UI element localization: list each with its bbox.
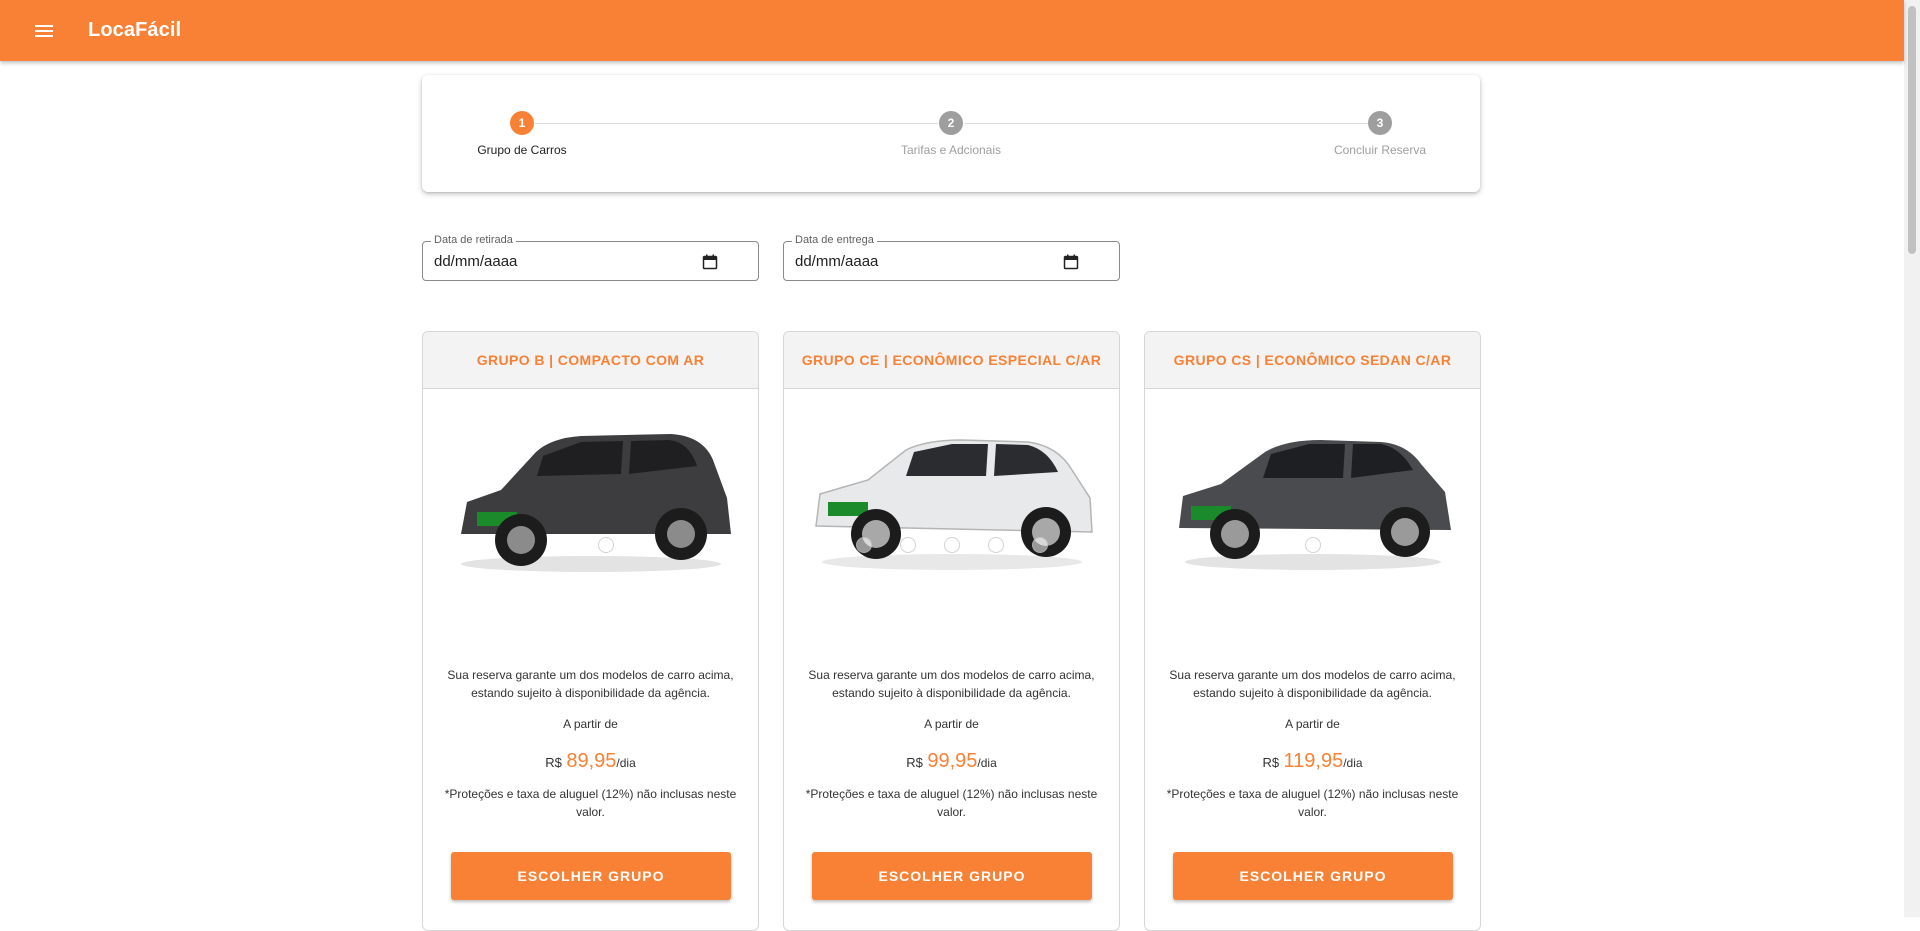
- car-image: [460, 434, 731, 572]
- choose-group-button[interactable]: ESCOLHER GRUPO: [451, 852, 731, 900]
- step-number: 1: [510, 111, 534, 135]
- daily-price: R$ 119,95/dia: [1145, 750, 1480, 773]
- group-title: GRUPO CE | ECONÔMICO ESPECIAL C/AR: [784, 332, 1119, 389]
- step-concluir-reserva[interactable]: 3 Concluir Reserva: [1300, 111, 1460, 157]
- menu-icon: [35, 24, 53, 37]
- carousel-indicators: [1145, 537, 1480, 553]
- carousel-dot[interactable]: [597, 537, 614, 553]
- price-currency: R$: [545, 755, 562, 770]
- price-from-label: A partir de: [924, 717, 979, 731]
- price-unit: /dia: [977, 756, 997, 770]
- price-amount: 89,95: [566, 750, 617, 772]
- daily-price: R$ 99,95/dia: [784, 750, 1119, 773]
- step-tarifas-e-adicionais[interactable]: 2 Tarifas e Adcionais: [871, 111, 1031, 157]
- daily-price: R$ 89,95/dia: [423, 750, 758, 773]
- step-number: 2: [939, 111, 963, 135]
- page-scrollbar[interactable]: [1904, 0, 1920, 917]
- car-group-card: GRUPO CE | ECONÔMICO ESPECIAL C/AR Sua r…: [783, 331, 1120, 931]
- car-image: [814, 439, 1093, 570]
- reservation-stepper: 1 Grupo de Carros 2 Tarifas e Adcionais …: [422, 75, 1480, 192]
- carousel-dot[interactable]: [1304, 537, 1321, 553]
- price-currency: R$: [906, 755, 923, 770]
- car-group-card: GRUPO CS | ECONÔMICO SEDAN C/AR Sua rese…: [1144, 331, 1481, 931]
- step-label: Concluir Reserva: [1333, 143, 1427, 157]
- step-number: 3: [1368, 111, 1392, 135]
- carousel-indicators: [423, 537, 758, 553]
- price-currency: R$: [1262, 755, 1280, 770]
- carousel-indicators: [784, 537, 1119, 553]
- carousel-dot[interactable]: [899, 537, 916, 553]
- carousel-dot[interactable]: [987, 537, 1004, 553]
- app-title[interactable]: LocaFácil: [88, 19, 181, 42]
- price-amount: 119,95: [1283, 750, 1344, 772]
- car-image-carousel[interactable]: [1145, 389, 1480, 589]
- group-description: Sua reserva garante um dos modelos de ca…: [447, 668, 734, 700]
- price-disclaimer: *Proteções e taxa de aluguel (12%) não i…: [444, 787, 737, 819]
- calendar-icon[interactable]: [702, 254, 718, 270]
- car-group-card: GRUPO B | COMPACTO COM AR Sua reserva ga…: [422, 331, 759, 931]
- group-description: Sua reserva garante um dos modelos de ca…: [808, 668, 1095, 700]
- return-date-field[interactable]: Data de entrega dd/mm/aaaa: [783, 234, 1120, 281]
- price-disclaimer: *Proteções e taxa de aluguel (12%) não i…: [1166, 787, 1459, 819]
- scrollbar-thumb[interactable]: [1908, 6, 1916, 254]
- car-image-carousel[interactable]: [423, 389, 758, 589]
- price-unit: /dia: [616, 756, 636, 770]
- step-grupo-de-carros[interactable]: 1 Grupo de Carros: [442, 111, 602, 157]
- carousel-dot[interactable]: [1031, 537, 1048, 553]
- group-title: GRUPO B | COMPACTO COM AR: [423, 332, 758, 389]
- step-label: Tarifas e Adcionais: [900, 143, 1002, 157]
- carousel-dot[interactable]: [855, 537, 872, 553]
- price-disclaimer: *Proteções e taxa de aluguel (12%) não i…: [805, 787, 1098, 819]
- price-from-label: A partir de: [1285, 717, 1340, 731]
- return-date-label: Data de entrega: [792, 234, 877, 246]
- group-title: GRUPO CS | ECONÔMICO SEDAN C/AR: [1145, 332, 1480, 389]
- step-label: Grupo de Carros: [477, 143, 567, 157]
- price-from-label: A partir de: [563, 717, 618, 731]
- price-amount: 99,95: [927, 750, 978, 772]
- car-image: [1178, 440, 1451, 570]
- car-image-carousel[interactable]: [784, 389, 1119, 589]
- calendar-icon[interactable]: [1063, 254, 1079, 270]
- group-description: Sua reserva garante um dos modelos de ca…: [1169, 668, 1456, 700]
- choose-group-button[interactable]: ESCOLHER GRUPO: [812, 852, 1092, 900]
- app-bar: LocaFácil: [0, 0, 1904, 61]
- carousel-dot[interactable]: [943, 537, 960, 553]
- pickup-date-value: dd/mm/aaaa: [434, 253, 518, 270]
- pickup-date-field[interactable]: Data de retirada dd/mm/aaaa: [422, 234, 759, 281]
- return-date-value: dd/mm/aaaa: [795, 253, 879, 270]
- choose-group-button[interactable]: ESCOLHER GRUPO: [1173, 852, 1453, 900]
- price-unit: /dia: [1343, 756, 1363, 770]
- pickup-date-label: Data de retirada: [431, 234, 516, 246]
- menu-button[interactable]: [16, 0, 72, 61]
